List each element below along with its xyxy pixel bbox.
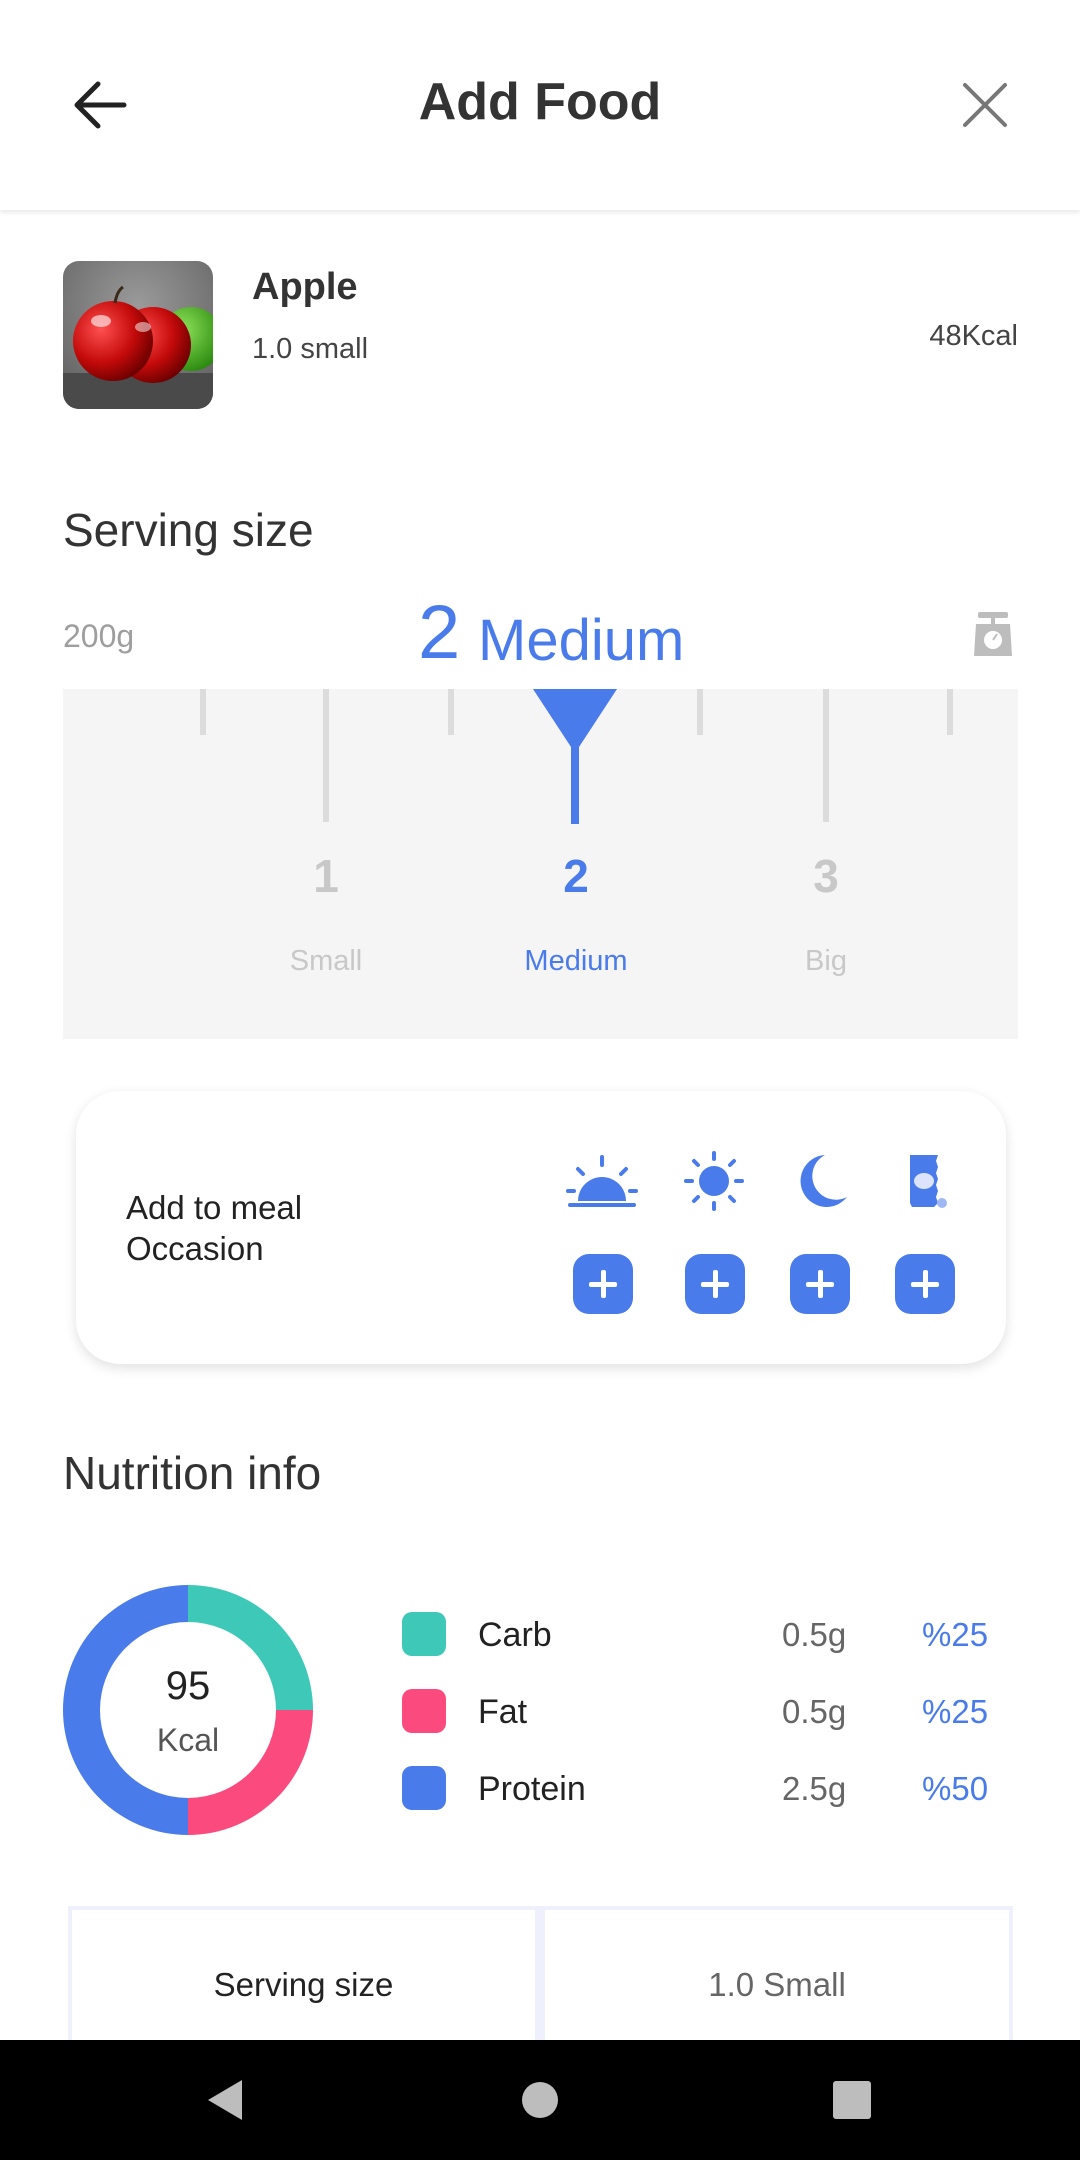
ruler-tick <box>200 689 206 735</box>
total-calories: 95 <box>165 1664 211 1708</box>
add-lunch-button[interactable] <box>685 1254 745 1314</box>
carb-swatch <box>402 1612 446 1656</box>
serving-details-table: Serving size 1.0 Small <box>68 1906 1013 2040</box>
nutrient-percent: %50 <box>922 1770 989 1807</box>
kitchen-scale-icon[interactable] <box>972 610 1014 658</box>
protein-swatch <box>402 1766 446 1810</box>
circle-home-icon <box>522 2082 558 2118</box>
ruler-tick <box>697 689 703 735</box>
ruler-tick <box>947 689 953 735</box>
ruler-option-label[interactable]: Small <box>226 945 426 978</box>
food-calories: 48Kcal <box>929 320 1018 352</box>
nutrient-percent: %25 <box>922 1693 989 1730</box>
serving-size-heading: Serving size <box>63 504 314 556</box>
calories-unit: Kcal <box>156 1722 220 1758</box>
nutrient-row-fat: Fat 0.5g %25 <box>402 1687 1002 1737</box>
nutrition-donut-chart <box>63 1585 313 1835</box>
ruler-option-label[interactable]: Medium <box>476 945 676 978</box>
ruler-option-number[interactable]: 3 <box>766 849 886 903</box>
close-icon <box>963 83 1007 127</box>
triangle-back-icon <box>208 2080 242 2120</box>
fat-swatch <box>402 1689 446 1733</box>
system-navigation-bar <box>0 2040 1080 2160</box>
meal-occasion-card: Add to meal Occasion <box>76 1091 1006 1364</box>
snack-icon <box>886 1151 962 1211</box>
app-header: Add Food <box>0 0 1080 210</box>
add-snack-button[interactable] <box>895 1254 955 1314</box>
nav-recents-button[interactable] <box>822 2070 882 2130</box>
nav-home-button[interactable] <box>510 2070 570 2130</box>
selected-serving-name: Medium <box>478 608 685 673</box>
lunch-icon <box>676 1151 752 1211</box>
ruler-tick <box>823 689 829 822</box>
nutrient-row-protein: Protein 2.5g %50 <box>402 1764 1002 1814</box>
nutrition-info-heading: Nutrition info <box>63 1447 322 1499</box>
table-value-cell: 1.0 Small <box>545 1910 1009 2040</box>
breakfast-icon <box>564 1151 640 1211</box>
food-name: Apple <box>252 266 358 308</box>
nutrient-name: Carb <box>478 1616 552 1654</box>
square-recents-icon <box>833 2081 871 2119</box>
nutrient-name: Protein <box>478 1770 586 1808</box>
serving-size-ruler[interactable]: 1 2 3 Small Medium Big <box>63 689 1018 1039</box>
nutrient-percent: %25 <box>922 1616 989 1653</box>
ruler-tick <box>323 689 329 822</box>
food-image <box>63 261 213 409</box>
ruler-option-label[interactable]: Big <box>726 945 926 978</box>
ruler-pointer <box>533 689 617 824</box>
nutrient-grams: 2.5g <box>782 1770 847 1807</box>
selected-serving-number: 2 <box>418 590 461 675</box>
serving-weight: 200g <box>63 618 135 654</box>
nutrient-name: Fat <box>478 1693 528 1731</box>
meal-occasion-label: Add to meal Occasion <box>126 1189 303 1267</box>
ruler-option-number[interactable]: 1 <box>266 849 386 903</box>
donut-segment-protein <box>63 1585 188 1835</box>
add-dinner-button[interactable] <box>790 1254 850 1314</box>
add-breakfast-button[interactable] <box>573 1254 633 1314</box>
close-button[interactable] <box>950 70 1020 140</box>
table-label-cell: Serving size <box>72 1910 535 2040</box>
nav-back-button[interactable] <box>196 2070 256 2130</box>
nutrient-row-carb: Carb 0.5g %25 <box>402 1610 1002 1660</box>
nutrient-grams: 0.5g <box>782 1616 847 1653</box>
nutrient-grams: 0.5g <box>782 1693 847 1730</box>
ruler-option-number[interactable]: 2 <box>516 849 636 903</box>
page-title: Add Food <box>418 73 662 131</box>
food-quantity: 1.0 small <box>252 333 369 365</box>
ruler-tick <box>448 689 454 735</box>
dinner-icon <box>781 1151 857 1211</box>
